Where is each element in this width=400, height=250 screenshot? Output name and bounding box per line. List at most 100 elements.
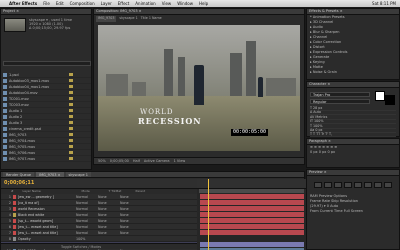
comp-tab[interactable]: IMG_9703 xyxy=(96,16,117,22)
menu-window[interactable]: Window xyxy=(177,1,193,6)
tab-render-queue[interactable]: Render Queue xyxy=(3,172,35,177)
layer-trkmat-dropdown[interactable]: None xyxy=(98,231,120,235)
preview-option-row[interactable]: From Current Time Full Screen xyxy=(307,209,399,214)
menu-app[interactable]: After Effects xyxy=(9,1,37,6)
tab-img-9703[interactable]: IMG_9703 × xyxy=(36,172,64,177)
layer-parent-dropdown[interactable]: None xyxy=(120,207,142,211)
layer-duration-bar[interactable] xyxy=(200,230,304,235)
layer-parent-dropdown[interactable]: None xyxy=(120,213,142,217)
layer-label-color[interactable] xyxy=(13,230,16,235)
layer-duration-bar[interactable] xyxy=(200,200,304,205)
composition-panel-title[interactable]: Composition: IMG_9703 × xyxy=(94,9,304,15)
layer-label-color[interactable] xyxy=(13,218,16,223)
layer-label-color[interactable] xyxy=(13,212,16,217)
layer-duration-bar[interactable] xyxy=(200,242,304,247)
layer-duration-bar[interactable] xyxy=(200,212,304,217)
composition-viewer[interactable]: WORLD RECESSION 00:00:05:00 xyxy=(98,25,300,151)
layer-name[interactable]: [ew_t... eraset and title] xyxy=(18,225,76,229)
scene-tower xyxy=(178,56,185,101)
project-search-input[interactable] xyxy=(3,61,91,66)
menu-animation[interactable]: Animation xyxy=(135,1,155,6)
layer-trkmat-dropdown[interactable]: None xyxy=(98,225,120,229)
layer-mode-dropdown[interactable]: Normal xyxy=(76,213,98,217)
view-layout-dropdown[interactable]: 1 View xyxy=(174,159,186,163)
prev-frame-button[interactable] xyxy=(324,182,332,188)
layer-name[interactable]: [ca_it ma of] xyxy=(18,201,76,205)
next-frame-button[interactable] xyxy=(344,182,352,188)
comp-tab[interactable]: Title 1 Name xyxy=(141,16,162,22)
ram-preview-button[interactable] xyxy=(384,182,392,188)
layer-trkmat-dropdown[interactable]: None xyxy=(98,195,120,199)
paragraph-indent-fields[interactable]: 0 px 0 px 0 px xyxy=(307,150,399,155)
comp-tab[interactable]: skyscape 1 xyxy=(119,16,137,22)
layer-duration-bar[interactable] xyxy=(200,224,304,229)
layer-name[interactable]: Opacity xyxy=(18,237,76,241)
layer-parent-dropdown[interactable]: None xyxy=(120,201,142,205)
timeline-track-area[interactable] xyxy=(197,179,306,250)
font-family-dropdown[interactable]: Trajan Pro xyxy=(310,92,370,97)
current-time-indicator[interactable] xyxy=(208,179,209,250)
current-time-display[interactable]: 0;00;05;00 xyxy=(110,159,129,163)
layer-mode-dropdown[interactable]: 100% xyxy=(76,237,98,241)
composition-panel: Composition: IMG_9703 × IMG_9703 skyscap… xyxy=(93,8,305,165)
effects-category[interactable]: ▸ Noise & Grain xyxy=(307,70,399,75)
project-item[interactable]: IMG_9707.mov xyxy=(3,156,91,162)
layer-parent-dropdown[interactable]: None xyxy=(120,219,142,223)
zoom-dropdown[interactable]: 50% xyxy=(98,159,106,163)
layer-mode-dropdown[interactable]: Normal xyxy=(76,207,98,211)
layer-mode-dropdown[interactable]: Normal xyxy=(76,231,98,235)
menu-file[interactable]: File xyxy=(43,1,50,6)
layer-trkmat-dropdown[interactable]: None xyxy=(98,201,120,205)
layer-mode-dropdown[interactable]: Normal xyxy=(76,225,98,229)
layer-mode-dropdown[interactable]: Normal xyxy=(76,219,98,223)
time-ruler[interactable] xyxy=(197,179,306,189)
camera-dropdown[interactable]: Active Camera xyxy=(144,159,170,163)
menu-layer[interactable]: Layer xyxy=(101,1,112,6)
character-panel-title[interactable]: Character × xyxy=(307,82,399,88)
layer-parent-dropdown[interactable]: None xyxy=(120,231,142,235)
layer-mode-dropdown[interactable]: Normal xyxy=(76,195,98,199)
layer-label-color[interactable] xyxy=(13,200,16,205)
character-setting-row[interactable]: T T TT Tr T' T, xyxy=(310,132,396,138)
layer-label-color[interactable] xyxy=(13,224,16,229)
layer-parent-dropdown[interactable]: None xyxy=(120,225,142,229)
layer-trkmat-dropdown[interactable]: None xyxy=(98,219,120,223)
layer-name[interactable]: [ew_ew ... geometry ] xyxy=(18,195,76,199)
layer-label-color[interactable] xyxy=(13,236,16,241)
layer-duration-bar[interactable] xyxy=(200,194,304,199)
menu-view[interactable]: View xyxy=(162,1,172,6)
font-style-dropdown[interactable]: Regular xyxy=(310,99,370,104)
layer-label-color[interactable] xyxy=(13,206,16,211)
audio-button[interactable] xyxy=(364,182,372,188)
menu-edit[interactable]: Edit xyxy=(56,1,64,6)
resolution-dropdown[interactable]: Half xyxy=(133,159,140,163)
layer-name[interactable]: [ew_t... eraset and title] xyxy=(18,231,76,235)
stroke-color-swatch[interactable] xyxy=(385,95,395,105)
layer-name[interactable]: [sp_t... eworld geom] xyxy=(18,219,76,223)
toggle-switches-modes[interactable]: Toggle Switches / Modes xyxy=(1,243,197,249)
layer-label-color[interactable] xyxy=(13,194,16,199)
menu-effect[interactable]: Effect xyxy=(118,1,130,6)
loop-button[interactable] xyxy=(374,182,382,188)
tab-skyscape[interactable]: skyscape 1 xyxy=(65,172,91,177)
layer-parent-dropdown[interactable]: None xyxy=(120,195,142,199)
layer-trkmat-dropdown[interactable]: None xyxy=(98,213,120,217)
menu-clock: Sat 8:11 PM xyxy=(372,1,396,6)
last-frame-button[interactable] xyxy=(354,182,362,188)
layer-name[interactable]: world Recession xyxy=(18,207,76,211)
layer-mode-dropdown[interactable]: Normal xyxy=(76,201,98,205)
layer-duration-bar[interactable] xyxy=(200,206,304,211)
timeline-current-time[interactable]: 0;00;06;11 xyxy=(4,180,34,186)
layer-name[interactable]: Black end white xyxy=(18,213,76,217)
project-item-name: IMG_9703 xyxy=(9,132,27,137)
menu-composition[interactable]: Composition xyxy=(70,1,95,6)
layer-duration-bar[interactable] xyxy=(200,218,304,223)
preview-panel: Preview × RAM Preview Options Frame Rate … xyxy=(306,169,400,250)
work-area-bar[interactable] xyxy=(199,189,304,193)
play-button[interactable] xyxy=(334,182,342,188)
first-frame-button[interactable] xyxy=(314,182,322,188)
layer-trkmat-dropdown[interactable]: None xyxy=(98,207,120,211)
menu-help[interactable]: Help xyxy=(199,1,208,6)
project-panel-title[interactable]: Project × xyxy=(1,9,91,15)
fill-color-swatch[interactable] xyxy=(375,91,385,101)
